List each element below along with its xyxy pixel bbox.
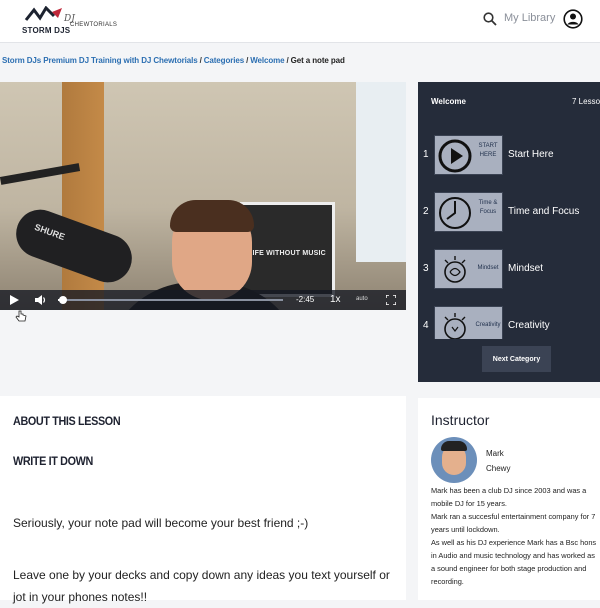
brain-icon	[444, 256, 466, 283]
lessons-count: 7 Lessons	[572, 97, 600, 106]
instructor-first-name: Mark	[486, 449, 504, 458]
about-subheading: WRITE IT DOWN	[13, 454, 93, 468]
playback-speed-button[interactable]: 1x	[330, 294, 341, 305]
breadcrumb-welcome[interactable]: Welcome	[250, 56, 284, 65]
lesson-item-mindset[interactable]: 3 Mindset Mindset	[418, 249, 600, 291]
lesson-number: 2	[423, 206, 429, 217]
account-icon[interactable]	[563, 9, 583, 29]
site-header: STORM DJS DJ CHEWTORIALS My Library	[0, 0, 600, 43]
avatar	[431, 437, 477, 483]
lesson-label: Time and Focus	[508, 206, 580, 217]
bio-paragraph: Mark has been a club DJ since 2003 and w…	[431, 486, 587, 508]
avatar-hat	[441, 441, 467, 451]
presenter-hair	[170, 200, 254, 232]
instructor-name: Mark Chewy	[486, 446, 526, 476]
storm-logo-icon	[24, 6, 62, 21]
lesson-label: Mindset	[508, 263, 544, 274]
lesson-thumb-text: START HERE	[478, 143, 498, 158]
quality-button[interactable]: auto	[356, 296, 368, 302]
instructor-bio: Mark has been a club DJ since 2003 and w…	[431, 484, 600, 588]
lesson-item-time-and-focus[interactable]: 2 Time & Focus Time and Focus	[418, 192, 600, 234]
breadcrumb-course[interactable]: Storm DJs Premium DJ Training with DJ Ch…	[2, 56, 198, 65]
lesson-thumbnail: START HERE	[434, 135, 503, 175]
breadcrumb-current: Get a note pad	[290, 56, 345, 65]
play-icon[interactable]	[8, 294, 20, 306]
about-paragraph: Leave one by your decks and copy down an…	[13, 568, 390, 604]
video-player[interactable]: LIFE WITHOUT MUSIC SHURE	[0, 82, 406, 310]
lesson-thumb-text: Mindset	[477, 265, 499, 271]
lesson-label: Creativity	[508, 320, 550, 331]
lightbulb-icon	[444, 313, 466, 339]
lesson-thumb-text: Creativity	[475, 322, 501, 328]
instructor-title: Instructor	[431, 412, 490, 428]
breadcrumb-categories[interactable]: Categories	[204, 56, 244, 65]
breadcrumb: Storm DJs Premium DJ Training with DJ Ch…	[2, 56, 345, 65]
lesson-thumbnail: Time & Focus	[434, 192, 503, 232]
bio-paragraph: As well as his DJ experience Mark has a …	[431, 538, 597, 586]
video-window	[356, 82, 406, 262]
lesson-number: 3	[423, 263, 429, 274]
about-paragraph: Seriously, your note pad will become you…	[13, 516, 309, 530]
hand-cursor-icon	[15, 310, 27, 322]
search-icon[interactable]	[483, 12, 497, 26]
video-progress-bar[interactable]	[58, 296, 283, 304]
fullscreen-icon[interactable]	[386, 295, 396, 305]
my-library-link[interactable]: My Library	[504, 12, 555, 24]
poster-text: LIFE WITHOUT MUSIC	[248, 250, 326, 257]
instructor-card: Instructor Mark Chewy Mark has been a cl…	[418, 398, 600, 600]
video-controls: -2:45 1x auto	[0, 290, 406, 310]
next-category-button[interactable]: Next Category	[482, 346, 551, 372]
logo-chewtorials-text: CHEWTORIALS	[70, 22, 118, 28]
lessons-panel: Welcome 7 Lessons 1 START HERE Start Her…	[418, 82, 600, 382]
logo-storm-text: STORM DJS	[22, 26, 71, 35]
lesson-label: Start Here	[508, 149, 554, 160]
lesson-number: 4	[423, 320, 429, 331]
lesson-thumbnail: Creativity	[434, 306, 503, 339]
lessons-panel-title: Welcome	[431, 97, 466, 106]
lesson-number: 1	[423, 149, 429, 160]
clock-icon	[439, 197, 471, 229]
lesson-thumb-text: Time & Focus	[478, 200, 498, 215]
play-circle-icon	[438, 139, 472, 173]
instructor-last-name: Chewy	[486, 464, 511, 473]
time-remaining: -2:45	[296, 295, 315, 304]
about-lesson-section: ABOUT THIS LESSON WRITE IT DOWN Seriousl…	[0, 396, 406, 604]
about-heading: ABOUT THIS LESSON	[13, 414, 121, 428]
lesson-item-start-here[interactable]: 1 START HERE Start Here	[418, 135, 600, 177]
site-logo[interactable]: STORM DJS DJ CHEWTORIALS	[6, 4, 117, 38]
lesson-item-creativity[interactable]: 4 Creativity Creativity	[418, 306, 600, 339]
lesson-thumbnail: Mindset	[434, 249, 503, 289]
bio-paragraph: Mark ran a succesful entertainment compa…	[431, 512, 596, 534]
volume-icon[interactable]	[34, 294, 47, 306]
video-scrubber[interactable]	[58, 296, 67, 304]
